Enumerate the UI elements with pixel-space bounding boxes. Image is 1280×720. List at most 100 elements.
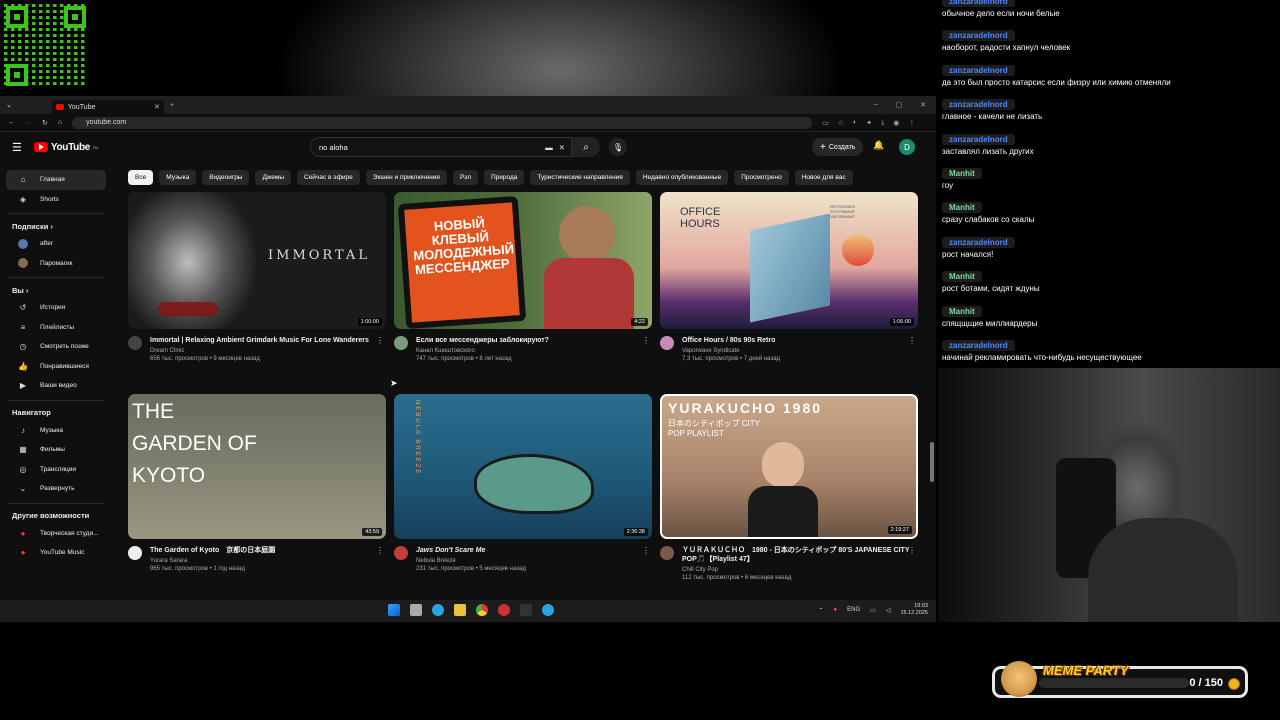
filter-chip[interactable]: Экшен и приключения <box>365 170 447 185</box>
minimize-icon[interactable]: – <box>874 101 878 109</box>
video-title[interactable]: Если все мессенджеры заблокируют? <box>416 336 549 345</box>
task-view-icon[interactable] <box>410 604 422 616</box>
close-tab-icon[interactable]: ✕ <box>154 103 160 111</box>
more-actions-icon[interactable]: ⋮ <box>376 336 384 345</box>
chat-username[interactable]: zanzaradelnord <box>942 64 1015 76</box>
tab-list-icon[interactable]: ⌄ <box>6 101 12 109</box>
channel-avatar[interactable] <box>660 546 674 560</box>
subscriptions-header[interactable]: Подписки › <box>0 218 112 234</box>
sidebar-item-shorts[interactable]: ◈ Shorts <box>6 190 106 210</box>
forward-icon[interactable]: → <box>25 119 32 126</box>
menu-icon[interactable]: ⋮ <box>908 119 915 127</box>
filter-chip[interactable]: Видеоигры <box>202 170 250 185</box>
browser-tab[interactable]: YouTube ✕ <box>51 100 164 114</box>
filter-chip[interactable]: Музыка <box>159 170 197 185</box>
video-title[interactable]: The Garden of Kyoto 京都の日本庭園 <box>150 546 275 555</box>
microphone-icon[interactable]: ● <box>834 607 838 613</box>
sidebar-item-home[interactable]: ⌂ Главная <box>6 170 106 190</box>
video-title[interactable]: Jaws Don't Scare Me <box>416 546 526 555</box>
url-field[interactable]: youtube.com <box>72 116 813 129</box>
chat-username[interactable]: zanzaradelnord <box>942 30 1015 42</box>
reload-icon[interactable]: ↻ <box>42 119 48 127</box>
channel-avatar[interactable] <box>128 336 142 350</box>
puzzle-icon[interactable]: ✦ <box>866 119 872 127</box>
channel-avatar[interactable] <box>394 336 408 350</box>
clock[interactable]: 19:03 15.12.2025 <box>900 603 928 617</box>
app-icon[interactable] <box>520 604 532 616</box>
sidebar-item-expand[interactable]: ⌄ Развернуть <box>6 479 106 499</box>
chat-username[interactable]: Manhit <box>942 271 982 283</box>
download-icon[interactable]: ⤓ <box>881 119 884 127</box>
scrollbar-thumb[interactable] <box>930 442 934 482</box>
chat-username[interactable]: zanzaradelnord <box>942 340 1015 351</box>
chrome-icon[interactable] <box>476 604 488 616</box>
video-title[interactable]: ＹＵＲＡＫＵＣＨＯ 1980 - 日本のシティポップ 80'S JAPANESE… <box>682 546 918 564</box>
search-input[interactable]: no aloha ▬ ✕ <box>310 137 572 157</box>
filter-chip[interactable]: Недавно опубликованные <box>635 170 729 185</box>
video-card[interactable]: OFFICE HOURS RETROWAVE SYNTHWAVE VAPORWA… <box>660 192 918 363</box>
volume-icon[interactable]: ◁ <box>886 607 891 614</box>
hamburger-menu-icon[interactable]: ☰ <box>12 141 22 154</box>
back-icon[interactable]: ← <box>8 119 15 126</box>
sidebar-item-channel[interactable]: after <box>6 234 106 254</box>
sidebar-item-youtube-music[interactable]: ● YouTube Music <box>6 543 106 563</box>
video-card[interactable]: YURAKUCHO 1980 日本のシティポップ CITY POP PLAYLI… <box>660 394 918 582</box>
sidebar-item-liked[interactable]: 👍 Понравившиеся <box>6 357 106 377</box>
more-actions-icon[interactable]: ⋮ <box>642 336 650 345</box>
video-thumbnail[interactable]: OFFICE HOURS RETROWAVE SYNTHWAVE VAPORWA… <box>660 192 918 329</box>
more-actions-icon[interactable]: ⋮ <box>376 546 384 555</box>
profile-icon[interactable]: ◉ <box>893 119 899 127</box>
video-card[interactable]: НОВЫЙ КЛЕВЫЙ МОЛОДЕЖНЫЙ МЕССЕНДЖЕР 4:22 … <box>394 192 652 363</box>
filter-chip[interactable]: Рэп <box>452 170 478 185</box>
channel-name[interactable]: Dream Clinic <box>150 347 369 355</box>
language-indicator[interactable]: ENG <box>847 607 860 613</box>
chat-username[interactable]: zanzaradelnord <box>942 236 1015 248</box>
channel-avatar[interactable] <box>660 336 674 350</box>
clear-search-icon[interactable]: ✕ <box>559 143 565 152</box>
more-actions-icon[interactable]: ⋮ <box>908 336 916 345</box>
sidebar-item-studio[interactable]: ● Творческая студи... <box>6 524 106 544</box>
bookmark-star-icon[interactable]: ☆ <box>838 119 844 127</box>
account-avatar[interactable]: D <box>899 139 915 155</box>
obs-icon[interactable] <box>498 604 510 616</box>
more-actions-icon[interactable]: ⋮ <box>642 546 650 555</box>
channel-name[interactable]: Chill City Pop <box>682 566 918 574</box>
filter-chip[interactable]: Просмотрено <box>734 170 789 185</box>
chat-username[interactable]: zanzaradelnord <box>942 0 1015 7</box>
video-title[interactable]: Office Hours / 80s 90s Retro <box>682 336 780 345</box>
filter-chip[interactable]: Туристические направления <box>530 170 630 185</box>
notifications-bell-icon[interactable]: 🔔 <box>873 140 884 151</box>
chevron-up-icon[interactable]: ⌃ <box>819 607 824 614</box>
channel-avatar[interactable] <box>128 546 142 560</box>
extension-icon[interactable]: ◐ <box>853 119 857 127</box>
youtube-logo[interactable]: YouTube RU <box>33 142 99 153</box>
home-icon[interactable]: ⌂ <box>58 119 62 126</box>
filter-chip[interactable]: Джемы <box>255 170 291 185</box>
telegram-icon[interactable] <box>542 604 554 616</box>
network-icon[interactable]: ▭ <box>870 607 876 614</box>
filter-chip[interactable]: Сейчас в эфире <box>297 170 360 185</box>
keyboard-icon[interactable]: ▬ <box>545 143 553 152</box>
video-card[interactable]: NEBULA BREEZE 2:36:38 Jaws Don't Scare M… <box>394 394 652 573</box>
channel-name[interactable]: Yurara Sarara <box>150 557 275 565</box>
filter-chip[interactable]: Природа <box>483 170 525 185</box>
filter-chip[interactable]: Все <box>128 170 154 185</box>
chat-username[interactable]: Manhit <box>942 168 982 179</box>
sidebar-item-your-videos[interactable]: ▶ Ваши видео <box>6 376 106 396</box>
sidebar-item-movies[interactable]: ▦ Фильмы <box>6 440 106 460</box>
channel-name[interactable]: Канал Кшиштовского <box>416 347 549 355</box>
video-thumbnail[interactable]: THE GARDEN OF KYOTO 43:59 <box>128 394 386 539</box>
create-button[interactable]: + Создать <box>812 138 864 156</box>
video-thumbnail[interactable]: YURAKUCHO 1980 日本のシティポップ CITY POP PLAYLI… <box>660 394 918 539</box>
chat-username[interactable]: zanzaradelnord <box>942 133 1015 145</box>
sidebar-item-music[interactable]: ♪ Музыка <box>6 421 106 441</box>
video-thumbnail[interactable]: НОВЫЙ КЛЕВЫЙ МОЛОДЕЖНЫЙ МЕССЕНДЖЕР 4:22 <box>394 192 652 329</box>
voice-search-button[interactable]: 🎙 <box>609 138 627 156</box>
sidebar-item-playlists[interactable]: ≡ Плейлисты <box>6 318 106 338</box>
channel-name[interactable]: Vaporwave Syndicate <box>682 347 780 355</box>
video-thumbnail[interactable]: NEBULA BREEZE 2:36:38 <box>394 394 652 539</box>
close-window-icon[interactable]: ✕ <box>920 101 926 109</box>
video-title[interactable]: Immortal | Relaxing Ambient Grimdark Mus… <box>150 336 369 345</box>
channel-avatar[interactable] <box>394 546 408 560</box>
you-header[interactable]: Вы › <box>0 282 112 298</box>
